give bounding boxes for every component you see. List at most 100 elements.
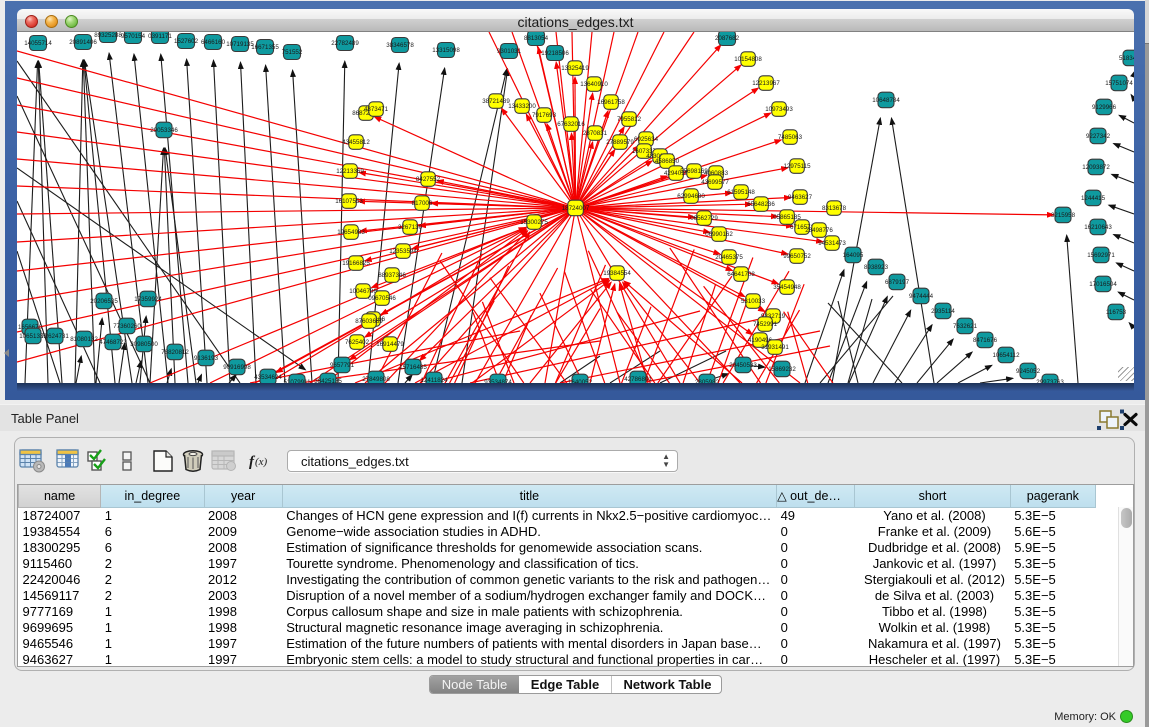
svg-text:27889579: 27889579 <box>606 139 634 146</box>
svg-text:6025634: 6025634 <box>634 136 659 143</box>
svg-text:9301031: 9301031 <box>497 48 522 55</box>
svg-text:8427552: 8427552 <box>416 176 441 183</box>
svg-text:15751074: 15751074 <box>1105 80 1133 87</box>
svg-text:61595148: 61595148 <box>727 189 755 196</box>
svg-text:38346578: 38346578 <box>386 42 414 49</box>
svg-text:2087682: 2087682 <box>715 35 740 42</box>
svg-text:20891406: 20891406 <box>69 39 97 46</box>
svg-text:15869232: 15869232 <box>768 366 796 373</box>
svg-text:99650752: 99650752 <box>783 253 811 260</box>
svg-text:15300275: 15300275 <box>520 219 548 226</box>
svg-text:43534624: 43534624 <box>254 374 282 381</box>
svg-text:31931491: 31931491 <box>761 344 789 351</box>
svg-text:12093872: 12093872 <box>1082 164 1110 171</box>
svg-text:17016504: 17016504 <box>1089 281 1117 288</box>
svg-text:90916998: 90916998 <box>223 364 251 371</box>
svg-text:7452991: 7452991 <box>753 321 778 328</box>
svg-text:2870831: 2870831 <box>583 130 608 137</box>
svg-text:8313678: 8313678 <box>822 205 847 212</box>
svg-text:16914479: 16914479 <box>376 341 404 348</box>
svg-text:5183473: 5183473 <box>1119 55 1134 62</box>
svg-text:16210643: 16210643 <box>1084 224 1112 231</box>
svg-text:15716485: 15716485 <box>399 364 427 371</box>
svg-text:19654983: 19654983 <box>337 229 365 236</box>
svg-text:7632621: 7632621 <box>953 323 978 330</box>
svg-text:09670546: 09670546 <box>368 295 396 302</box>
svg-text:4586850: 4586850 <box>655 158 680 165</box>
svg-text:9463627: 9463627 <box>788 194 813 201</box>
svg-text:16671355: 16671355 <box>251 44 279 51</box>
svg-text:29053346: 29053346 <box>150 127 178 134</box>
svg-text:1527602: 1527602 <box>174 38 199 45</box>
svg-text:12975115: 12975115 <box>783 163 811 170</box>
svg-text:9474444: 9474444 <box>909 293 934 300</box>
svg-text:87603669: 87603669 <box>355 318 383 325</box>
svg-text:81080132: 81080132 <box>70 336 98 343</box>
svg-text:3215958: 3215958 <box>1051 212 1076 219</box>
svg-text:06990162: 06990162 <box>705 231 733 238</box>
svg-text:38721489: 38721489 <box>482 98 510 105</box>
svg-text:19384554: 19384554 <box>603 270 631 277</box>
svg-text:64641708: 64641708 <box>727 271 755 278</box>
svg-text:47468723: 47468723 <box>99 339 127 346</box>
svg-text:817006: 817006 <box>412 200 433 207</box>
svg-text:9245052: 9245052 <box>1016 368 1041 375</box>
svg-text:78820812: 78820812 <box>161 349 189 356</box>
svg-text:10719135: 10719135 <box>226 41 254 48</box>
svg-text:89325288: 89325288 <box>94 32 122 39</box>
svg-text:13640910: 13640910 <box>580 81 608 88</box>
svg-text:19218506: 19218506 <box>541 50 569 57</box>
svg-text:4873471: 4873471 <box>364 106 389 113</box>
svg-text:12213967: 12213967 <box>752 80 780 87</box>
svg-text:65648236: 65648236 <box>747 201 775 208</box>
svg-text:27849808: 27849808 <box>362 376 390 383</box>
svg-text:(x): (x) <box>255 456 268 468</box>
svg-text:12213369: 12213369 <box>336 168 364 175</box>
svg-text:62994680: 62994680 <box>677 193 705 200</box>
svg-text:20465375: 20465375 <box>715 254 743 261</box>
svg-text:9657791: 9657791 <box>330 362 355 369</box>
svg-text:18724007: 18724007 <box>562 205 590 212</box>
svg-text:10973493: 10973493 <box>765 106 793 113</box>
svg-text:8471676: 8471676 <box>973 337 998 344</box>
svg-text:19166825: 19166825 <box>342 260 370 267</box>
svg-text:10046786: 10046786 <box>349 288 377 295</box>
svg-text:7955812: 7955812 <box>617 116 642 123</box>
svg-text:8938923: 8938923 <box>864 264 889 271</box>
svg-text:42786801: 42786801 <box>624 376 652 383</box>
svg-text:9570154: 9570154 <box>121 33 146 40</box>
svg-text:43699577: 43699577 <box>701 179 729 186</box>
svg-text:5310033: 5310033 <box>741 298 766 305</box>
svg-text:28498776: 28498776 <box>805 227 833 234</box>
svg-text:3267130: 3267130 <box>398 224 423 231</box>
svg-text:88937346: 88937346 <box>378 272 406 279</box>
svg-text:116753: 116753 <box>1106 309 1127 316</box>
svg-text:94531473: 94531473 <box>818 240 846 247</box>
svg-text:17359924: 17359924 <box>134 296 162 303</box>
svg-text:13325419: 13325419 <box>561 65 589 72</box>
svg-text:6466160: 6466160 <box>201 39 226 46</box>
svg-text:0391171: 0391171 <box>148 33 172 40</box>
svg-text:43455812: 43455812 <box>342 139 370 146</box>
svg-text:16961758: 16961758 <box>597 99 625 106</box>
svg-text:1244415: 1244415 <box>1081 195 1106 202</box>
svg-text:22782489: 22782489 <box>331 40 359 47</box>
svg-text:2935114: 2935114 <box>931 308 955 315</box>
svg-text:751552: 751552 <box>282 49 303 56</box>
svg-text:6879197: 6879197 <box>885 279 910 286</box>
svg-text:10154808: 10154808 <box>734 56 762 63</box>
svg-text:16107553: 16107553 <box>335 198 363 205</box>
svg-text:164095: 164095 <box>843 252 864 259</box>
svg-text:67632016: 67632016 <box>557 121 585 128</box>
svg-text:9136193: 9136193 <box>194 355 219 362</box>
svg-text:20206535: 20206535 <box>90 298 118 305</box>
svg-text:9129966: 9129966 <box>1092 104 1117 111</box>
svg-text:35454948: 35454948 <box>773 284 801 291</box>
svg-text:14055714: 14055714 <box>24 40 52 47</box>
svg-text:7917693: 7917693 <box>532 112 557 119</box>
svg-text:8813054: 8813054 <box>524 35 549 42</box>
svg-text:7485063: 7485063 <box>778 134 803 141</box>
svg-text:13315098: 13315098 <box>432 47 460 54</box>
svg-text:10648784: 10648784 <box>872 97 900 104</box>
svg-text:10654112: 10654112 <box>992 352 1020 359</box>
